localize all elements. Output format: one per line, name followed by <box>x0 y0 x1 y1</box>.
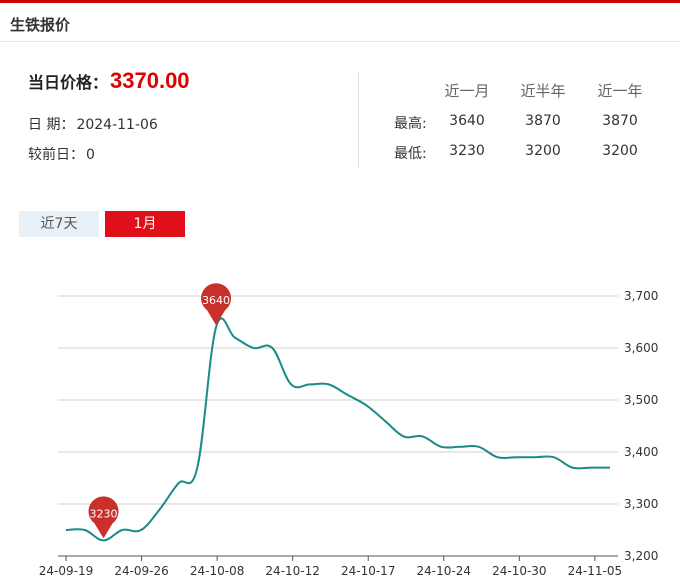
date-line: 日 期： 2024-11-06 <box>28 114 160 134</box>
x-axis: 24-09-19 24-09-26 24-10-08 24-10-12 24-10-17… <box>39 556 622 578</box>
x-tick-label: 24-10-12 <box>265 564 319 578</box>
x-tick-label: 24-09-26 <box>114 564 168 578</box>
change-value: 0 <box>86 147 95 163</box>
tab-1-month[interactable]: 1月 <box>105 211 185 237</box>
x-tick-label: 24-11-05 <box>568 564 622 578</box>
date-label: 日 期： <box>28 117 75 133</box>
stats-col-month: 近一月 <box>444 82 490 100</box>
x-tick-label: 24-09-19 <box>39 564 93 578</box>
stats-col-halfyear: 近半年 <box>520 82 566 100</box>
panel-header: 生铁报价 <box>0 3 680 42</box>
change-label: 较前日： <box>28 147 84 163</box>
series-line <box>65 317 610 542</box>
stats-high-year: 3870 <box>602 113 638 129</box>
x-tick-label: 24-10-24 <box>417 564 471 578</box>
y-axis-ticks: 3,200 3,300 3,400 3,500 3,600 3,700 <box>624 289 658 563</box>
x-tick-label: 24-10-30 <box>492 564 546 578</box>
y-tick-label: 3,300 <box>624 497 658 511</box>
x-tick-label: 24-10-08 <box>190 564 244 578</box>
chart-grid <box>58 295 618 557</box>
date-value: 2024-11-06 <box>76 117 158 133</box>
range-tabs: 近7天 1月 <box>19 211 185 237</box>
vertical-divider <box>358 72 359 168</box>
change-line: 较前日： 0 <box>28 144 97 164</box>
stats-col-year: 近一年 <box>597 82 643 100</box>
tab-7-days[interactable]: 近7天 <box>19 211 99 237</box>
y-tick-label: 3,400 <box>624 445 658 459</box>
y-tick-label: 3,500 <box>624 393 658 407</box>
stats-low-year: 3200 <box>602 143 638 159</box>
price-label: 当日价格： <box>28 73 109 92</box>
annotation-markers: 3640 3230 <box>88 283 232 539</box>
annotation-pin: 3640 <box>201 283 232 326</box>
y-tick-label: 3,700 <box>624 289 658 303</box>
pin-label: 3640 <box>202 294 230 307</box>
x-tick-label: 24-10-17 <box>341 564 395 578</box>
stats-low-month: 3230 <box>449 143 485 159</box>
y-tick-label: 3,200 <box>624 549 658 563</box>
price-value: 3370.00 <box>110 68 190 93</box>
stats-low-halfyear: 3200 <box>525 143 561 159</box>
stats-high-month: 3640 <box>449 113 485 129</box>
annotation-pin: 3230 <box>88 496 119 539</box>
panel-title: 生铁报价 <box>10 16 71 34</box>
pin-label: 3230 <box>90 507 118 520</box>
price-line-chart: 3,2003,3003,4003,5003,6003,700 24-09-19 2… <box>39 283 658 578</box>
stats-high-halfyear: 3870 <box>525 113 561 129</box>
price-row: 当日价格： 3370.00 <box>28 68 190 94</box>
y-tick-label: 3,600 <box>624 341 658 355</box>
